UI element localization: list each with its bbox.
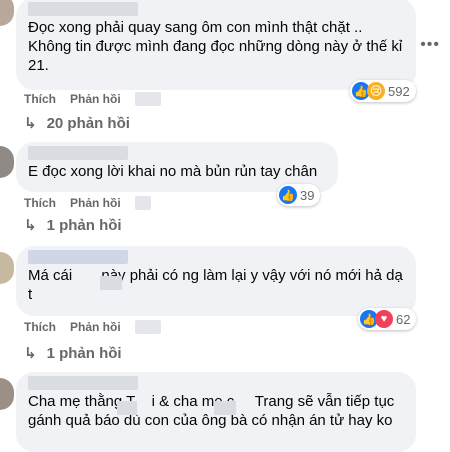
censored-word bbox=[214, 401, 236, 415]
reply-arrow-icon: ↳ bbox=[24, 217, 37, 234]
censored-word bbox=[100, 276, 122, 290]
reply-arrow-icon: ↳ bbox=[24, 115, 37, 132]
comment-bubble: Má cái này phải có ng làm lại y vậy với … bbox=[16, 246, 416, 316]
like-icon: 👍 bbox=[279, 186, 297, 204]
reply-button[interactable]: Phản hồi bbox=[70, 196, 121, 210]
comment-text: Đọc xong phải quay sang ôm con mình thật… bbox=[28, 19, 403, 74]
timestamp-blurred[interactable] bbox=[134, 92, 161, 106]
comment-actions: Thích Phản hồi bbox=[24, 92, 161, 106]
timestamp-blurred[interactable] bbox=[134, 196, 151, 210]
author-name-blurred[interactable] bbox=[28, 2, 138, 16]
view-replies[interactable]: ↳ 20 phản hồi bbox=[24, 114, 130, 133]
replies-count[interactable]: 1 phản hồi bbox=[47, 345, 122, 362]
author-name-blurred[interactable] bbox=[28, 250, 128, 264]
replies-count[interactable]: 20 phản hồi bbox=[47, 115, 130, 132]
like-button[interactable]: Thích bbox=[24, 196, 56, 210]
reaction-summary[interactable]: 👍 ♥ 62 bbox=[358, 308, 417, 330]
avatar[interactable] bbox=[0, 252, 14, 284]
reaction-count: 592 bbox=[388, 83, 410, 99]
sad-icon: 😢 bbox=[367, 82, 385, 100]
comment-actions: Thích Phản hồi bbox=[24, 196, 151, 210]
like-button[interactable]: Thích bbox=[24, 320, 56, 334]
avatar[interactable] bbox=[0, 378, 14, 410]
reply-button[interactable]: Phản hồi bbox=[70, 320, 121, 334]
comment-actions: Thích Phản hồi bbox=[24, 320, 161, 334]
reaction-count: 62 bbox=[396, 311, 411, 327]
avatar[interactable] bbox=[0, 146, 14, 178]
comment-text: E đọc xong lời khai no mà bủn rủn tay ch… bbox=[28, 163, 318, 180]
author-name-blurred[interactable] bbox=[28, 146, 128, 160]
comment-text: Má cái này phải có ng làm lại y vậy với … bbox=[28, 267, 403, 303]
replies-count[interactable]: 1 phản hồi bbox=[47, 217, 122, 234]
reaction-count: 39 bbox=[300, 187, 315, 203]
more-options-icon[interactable]: ••• bbox=[420, 36, 440, 54]
like-button[interactable]: Thích bbox=[24, 92, 56, 106]
reaction-summary[interactable]: 👍 😢 592 bbox=[350, 80, 416, 102]
comment-bubble: Đọc xong phải quay sang ôm con mình thật… bbox=[16, 0, 416, 90]
reply-arrow-icon: ↳ bbox=[24, 345, 37, 362]
timestamp-blurred[interactable] bbox=[134, 320, 161, 334]
avatar[interactable] bbox=[0, 0, 14, 26]
view-replies[interactable]: ↳ 1 phản hồi bbox=[24, 216, 122, 235]
view-replies[interactable]: ↳ 1 phản hồi bbox=[24, 344, 122, 363]
author-name-blurred[interactable] bbox=[28, 376, 138, 390]
reply-button[interactable]: Phản hồi bbox=[70, 92, 121, 106]
reaction-summary[interactable]: 👍 39 bbox=[277, 184, 321, 206]
censored-word bbox=[117, 401, 137, 415]
love-icon: ♥ bbox=[375, 310, 393, 328]
